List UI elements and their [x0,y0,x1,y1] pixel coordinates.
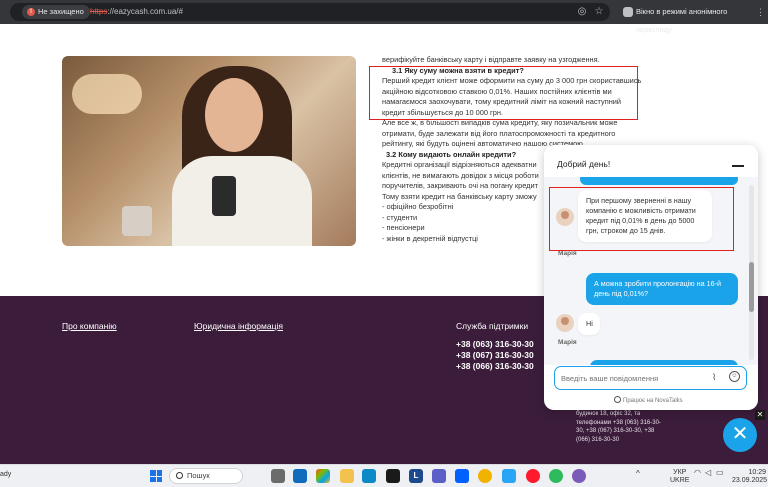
message-line: А можна зробити пролонгацію на 16-й [594,279,722,288]
taskbar-search[interactable]: Пошук [169,468,243,484]
chat-scroll-thumb[interactable] [749,262,754,312]
windows-start-icon[interactable] [150,470,162,482]
paragraph-line: отримати, буде залежати від його платосп… [382,128,616,138]
powered-by[interactable]: Працює на NovaTalks [614,396,683,404]
viber-icon[interactable] [572,469,586,483]
lang-line: UKRE [670,477,690,484]
footer-address: будинок 18, офіс 32, та телефонами +38 (… [576,410,676,444]
warning-icon: ! [27,8,35,16]
address-line: будинок 18, офіс 32, та [576,411,641,417]
volume-icon[interactable]: ◁ [705,469,711,477]
message-field[interactable]: ⌇ ☺ [554,366,747,390]
tray-chevron-icon[interactable]: ^ [636,470,640,478]
clock[interactable]: 10:29 23.09.2025 [732,469,768,485]
incognito-chip[interactable]: Вікно в режимі анонімного перегляду [618,3,768,34]
close-icon[interactable]: ✕ [755,410,765,420]
l-app-icon[interactable]: L [409,469,423,483]
copilot-icon[interactable] [316,469,330,483]
phone-link[interactable]: +38 (067) 316-30-30 [456,350,534,360]
chrome-icon[interactable] [478,469,492,483]
opera-icon[interactable] [526,469,540,483]
store-icon[interactable] [386,469,400,483]
search-icon [176,472,183,479]
about-link[interactable]: Про компанію [62,321,117,331]
phone-link[interactable]: +38 (063) 316-30-30 [456,339,534,349]
task-view-icon[interactable] [271,469,285,483]
message-line: день під 0,01%? [594,289,648,298]
message-bubble-agent: Hi [578,313,600,335]
chat-close-button[interactable]: ✕ [723,418,757,452]
taskbar: ady Пошук L ^ УКР UKRE ◠ ◁ ▭ 10:29 23.09… [0,464,768,487]
chat-widget: Добрий день! При першому зверненні в наш… [544,145,758,410]
agent-name: Марія [558,250,577,257]
address-line: 30, +38 (067) 316-30-30, +38 [576,428,655,435]
messenger-icon[interactable] [502,469,516,483]
security-label: Не захищено [38,7,84,16]
wifi-icon[interactable]: ◠ [694,469,701,477]
incognito-icon [623,7,633,17]
agent-name: Марія [558,339,577,346]
highlight-box-chat [549,187,734,251]
eye-off-icon[interactable]: ◎ [575,5,589,19]
widgets-icon[interactable] [293,469,307,483]
security-chip[interactable]: ! Не захищено [22,5,90,19]
message-bubble-user [580,177,738,185]
language-indicator[interactable]: УКР UKRE [670,469,689,485]
paperclip-icon[interactable]: ⌇ [712,372,716,383]
message-input[interactable] [561,371,701,385]
more-menu-icon[interactable]: ⋮ [756,5,765,19]
article-line-top: верифікуйте банківську карту і відправте… [382,55,600,64]
url-scheme: https [90,7,108,16]
lang-line: УКР [673,469,687,476]
novatalks-icon [614,396,621,403]
agent-avatar [556,314,574,332]
time-text: 10:29 [748,469,766,476]
address-line: (066) 316-30-30 [576,436,620,443]
hero-image [62,56,356,246]
browser-toolbar: ! Не захищено https://eazycash.com.ua/# … [0,0,768,34]
message-bubble-user [590,360,738,365]
teams-icon[interactable] [432,469,446,483]
support-title: Служба підтримки [456,321,529,331]
minimize-icon[interactable] [732,165,744,167]
chat-title: Добрий день! [557,159,611,169]
whatsapp-icon[interactable] [549,469,563,483]
search-label: Пошук [187,471,210,480]
close-icon: ✕ [731,423,749,445]
battery-icon[interactable]: ▭ [716,469,724,477]
highlight-box-article [369,66,638,120]
dropbox-icon[interactable] [455,469,469,483]
phone-link[interactable]: +38 (066) 316-30-30 [456,361,534,371]
legal-link[interactable]: Юридична інформація [194,321,283,331]
star-icon[interactable]: ☆ [592,5,606,19]
taskbar-left-text: ady [0,471,12,478]
incognito-label: Вікно в режимі анонімного перегляду [636,7,728,34]
address-line: телефонами +38 (063) 316-30- [576,419,661,426]
file-explorer-icon[interactable] [340,469,354,483]
url-rest: ://eazycash.com.ua/# [107,7,183,16]
message-bubble-user: А можна зробити пролонгацію на 16-й день… [586,273,738,305]
edge-icon[interactable] [362,469,376,483]
date-text: 23.09.2025 [732,477,768,484]
emoji-icon[interactable]: ☺ [729,371,740,382]
powered-by-label: Працює на NovaTalks [623,398,683,404]
url-text[interactable]: https://eazycash.com.ua/# [90,5,183,19]
